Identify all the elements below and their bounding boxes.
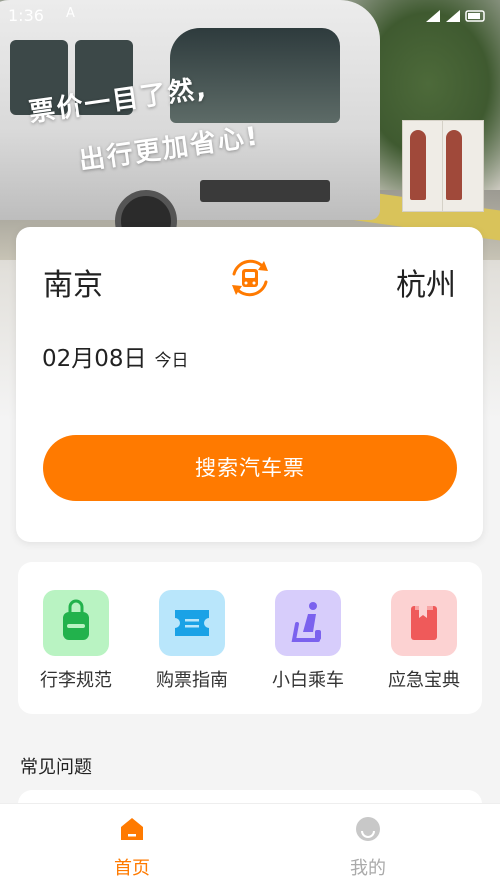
- seat-icon: [275, 590, 341, 656]
- date-selector[interactable]: 02月08日 今日: [42, 339, 189, 373]
- shortcut-beginner-ride[interactable]: 小白乘车: [258, 590, 358, 692]
- profile-icon: [356, 817, 380, 841]
- statue: [410, 130, 426, 200]
- shortcut-card: 行李规范 购票指南 小白乘车 应急宝典: [18, 562, 482, 714]
- book-icon: [391, 590, 457, 656]
- swap-route-icon[interactable]: [228, 256, 272, 300]
- travel-date: 02月08日: [42, 346, 147, 372]
- arrival-city[interactable]: 杭州: [396, 260, 456, 304]
- tab-home-label: 首页: [114, 858, 150, 879]
- shortcut-label: 行李规范: [40, 670, 112, 691]
- signal-battery-icon: [426, 10, 485, 22]
- today-label: 今日: [154, 351, 189, 371]
- tab-home[interactable]: 首页: [72, 814, 192, 880]
- bottom-tab-bar: 首页 我的: [0, 803, 500, 888]
- tab-profile[interactable]: 我的: [308, 814, 428, 880]
- tab-profile-label: 我的: [350, 858, 386, 879]
- status-bar: 1:36 A: [0, 0, 500, 30]
- status-time: 1:36: [8, 6, 44, 25]
- shortcut-luggage-rules[interactable]: 行李规范: [26, 590, 126, 692]
- shortcut-label: 小白乘车: [272, 670, 344, 691]
- shortcut-label: 购票指南: [156, 670, 228, 691]
- notification-icon: A: [66, 6, 75, 21]
- shortcut-label: 应急宝典: [388, 670, 460, 691]
- statue: [446, 130, 462, 200]
- search-bus-ticket-button[interactable]: 搜索汽车票: [43, 435, 457, 501]
- shortcut-emergency-guide[interactable]: 应急宝典: [374, 590, 474, 692]
- faq-section-title: 常见问题: [20, 757, 92, 778]
- bus-grille: [200, 180, 330, 202]
- route-search-card: 南京 杭州 02月08日 今日 搜索汽车票: [16, 227, 483, 542]
- home-icon: [121, 818, 143, 840]
- luggage-icon: [43, 590, 109, 656]
- shortcut-ticket-guide[interactable]: 购票指南: [142, 590, 242, 692]
- departure-city[interactable]: 南京: [43, 260, 103, 304]
- ticket-icon: [159, 590, 225, 656]
